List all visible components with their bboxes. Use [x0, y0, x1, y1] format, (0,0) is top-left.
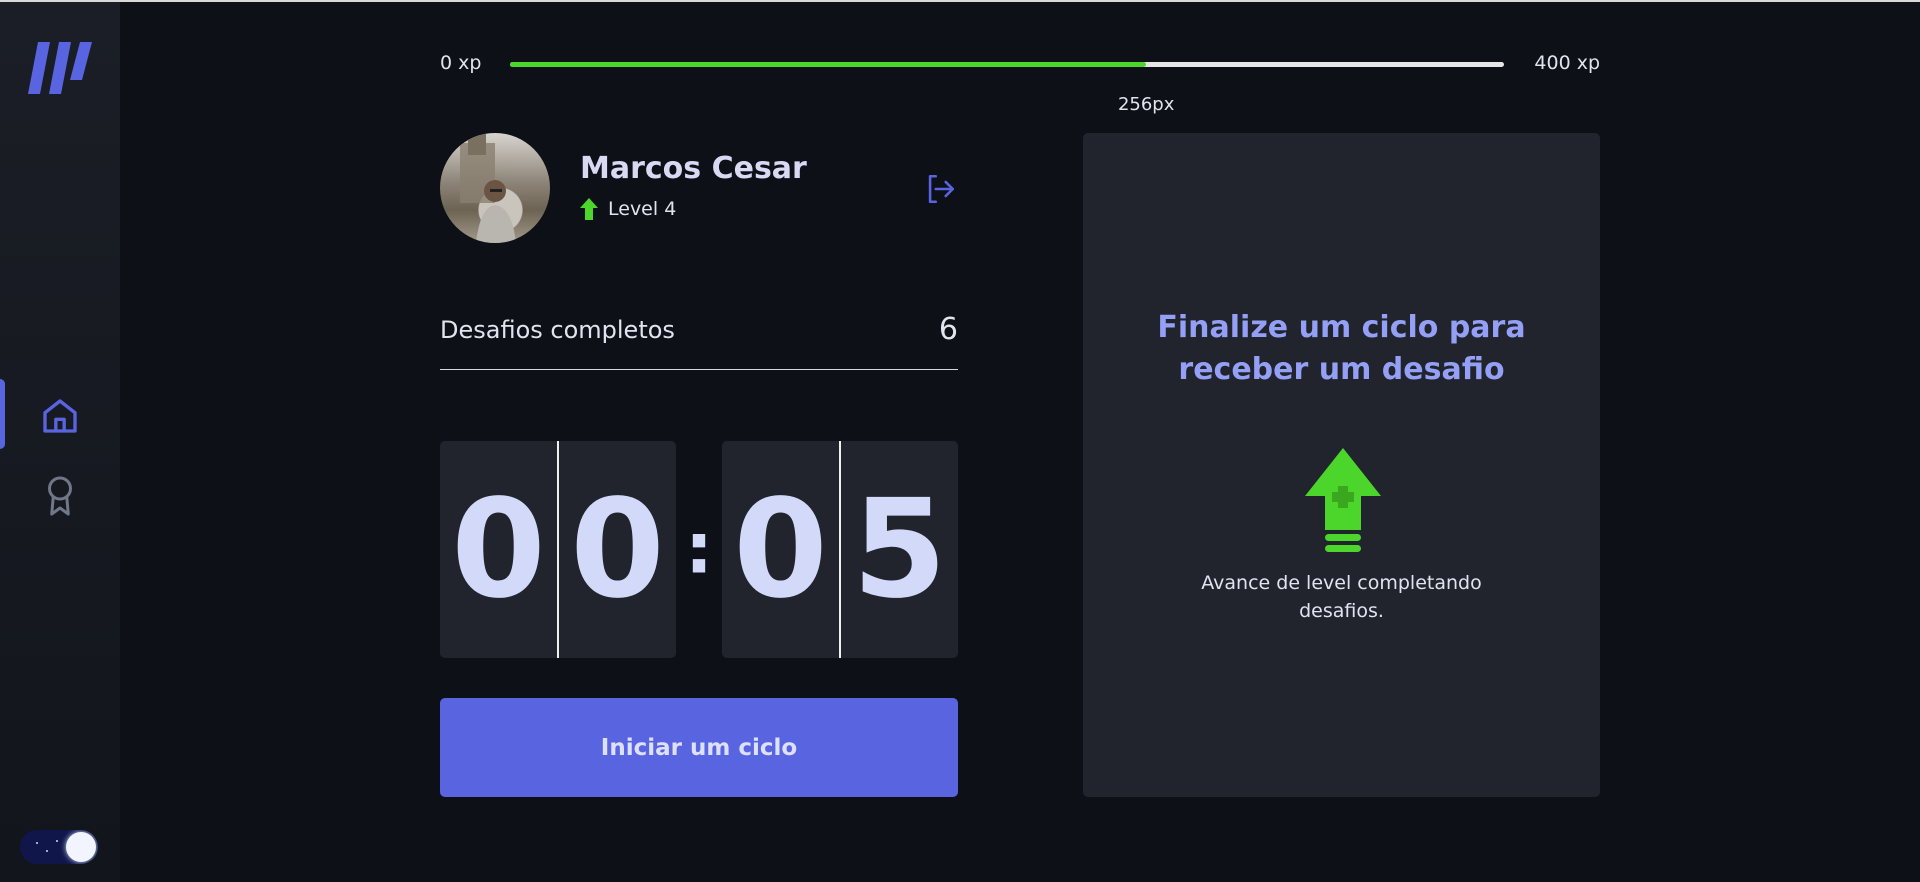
second-tens-digit: 0 [733, 470, 828, 629]
second-ones-digit: 5 [839, 441, 958, 658]
countdown-minutes: 0 0 [440, 441, 676, 658]
brand-stripes-logo-icon [28, 42, 92, 94]
award-icon [48, 476, 72, 516]
sidebar [0, 2, 120, 882]
challenge-card-description: Avance de level completando desafios. [1201, 572, 1482, 622]
home-icon [43, 399, 77, 433]
window-top-border [0, 0, 1920, 2]
sidebar-item-home[interactable] [36, 392, 84, 440]
logout-icon [928, 174, 955, 204]
experience-bar: 0 xp 256px 400 xp [440, 46, 1600, 115]
logout-button[interactable] [922, 169, 958, 209]
sidebar-item-award[interactable] [36, 472, 84, 520]
minute-ones-digit: 0 [557, 441, 676, 658]
xp-max-label: 400 xp [1534, 52, 1600, 74]
countdown-separator: : [685, 506, 713, 589]
star-icon [46, 850, 48, 852]
xp-fill [510, 62, 1147, 67]
countdown: 0 0 : 0 5 [440, 441, 958, 658]
completed-challenges-label: Desafios completos [440, 316, 675, 344]
theme-toggle[interactable] [20, 830, 98, 864]
xp-track: 256px [510, 62, 1504, 115]
moon-icon [66, 832, 96, 862]
level-up-arrow-icon [580, 198, 598, 220]
challenge-card-title: Finalize um ciclo para receber um desafi… [1157, 310, 1526, 387]
completed-challenges-count: 6 [938, 312, 958, 347]
start-cycle-button[interactable]: Iniciar um ciclo [440, 698, 958, 797]
challenge-card: Finalize um ciclo para receber um desafi… [1083, 133, 1600, 797]
star-icon [36, 842, 38, 844]
active-nav-indicator [0, 379, 5, 449]
user-name: Marcos Cesar [580, 151, 807, 186]
xp-min-label: 0 xp [440, 52, 482, 74]
avatar [440, 133, 550, 243]
level-label: Level 4 [608, 198, 677, 220]
xp-current-label: 256px [1117, 94, 1175, 115]
profile: Marcos Cesar Level 4 [440, 133, 958, 243]
minute-tens-digit: 0 [451, 470, 546, 629]
brand-logo[interactable] [28, 40, 92, 96]
star-icon [56, 840, 58, 842]
level-row: Level 4 [580, 198, 676, 220]
user-photo-icon [460, 133, 516, 243]
countdown-seconds: 0 5 [722, 441, 958, 658]
completed-challenges: Desafios completos 6 [440, 300, 958, 370]
level-up-arrow-icon [1303, 448, 1383, 556]
